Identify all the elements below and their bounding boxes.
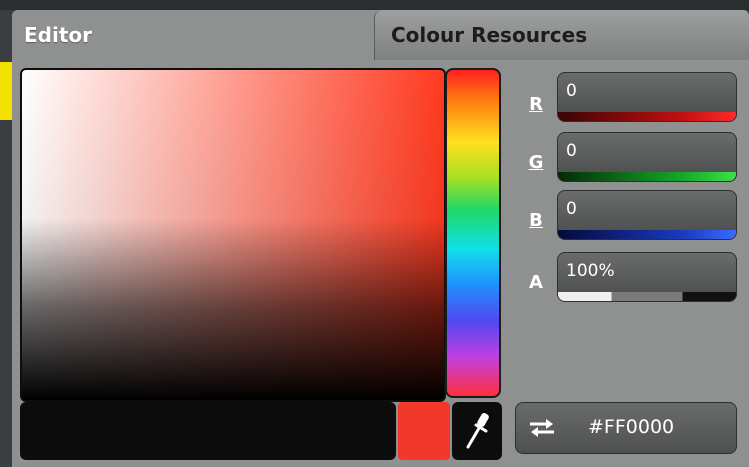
swap-arrows-icon[interactable]	[526, 416, 558, 440]
hex-value-text[interactable]: #FF0000	[588, 416, 674, 438]
previous-color-swatch[interactable]	[20, 402, 396, 460]
tab-colour-resources-label: Colour Resources	[391, 23, 588, 47]
green-channel-label: G	[528, 152, 544, 173]
tab-colour-resources[interactable]: Colour Resources	[374, 10, 749, 60]
green-channel-slider[interactable]: 0	[557, 132, 737, 182]
blue-channel-slider[interactable]: 0	[557, 190, 737, 240]
hex-value-field[interactable]: #FF0000	[515, 402, 737, 454]
color-picker-panel: Editor Colour Resources R 0 G 0 B 0 A 10…	[12, 10, 749, 467]
eyedropper-button[interactable]	[452, 402, 502, 460]
alpha-channel-track[interactable]	[558, 292, 736, 301]
green-channel-value[interactable]: 0	[566, 141, 577, 161]
saturation-value-area[interactable]	[20, 68, 446, 402]
green-channel-track[interactable]	[558, 172, 736, 181]
current-color-swatch	[398, 402, 450, 460]
tab-editor-label: Editor	[24, 23, 92, 47]
tab-editor[interactable]: Editor	[12, 10, 374, 60]
blue-channel-label: B	[529, 210, 543, 231]
red-channel-label: R	[529, 94, 543, 115]
alpha-channel-slider[interactable]: 100%	[557, 252, 737, 302]
hue-slider[interactable]	[445, 68, 501, 398]
background-strip	[0, 0, 749, 10]
red-channel-track[interactable]	[558, 112, 736, 121]
alpha-channel-label: A	[529, 272, 543, 293]
blue-channel-value[interactable]: 0	[566, 199, 577, 219]
blue-channel-track[interactable]	[558, 230, 736, 239]
editor-content: R 0 G 0 B 0 A 100% #FF0000	[12, 60, 749, 467]
eyedropper-icon	[466, 413, 489, 449]
alpha-channel-value[interactable]: 100%	[566, 261, 615, 281]
red-channel-value[interactable]: 0	[566, 81, 577, 101]
red-channel-slider[interactable]: 0	[557, 72, 737, 122]
